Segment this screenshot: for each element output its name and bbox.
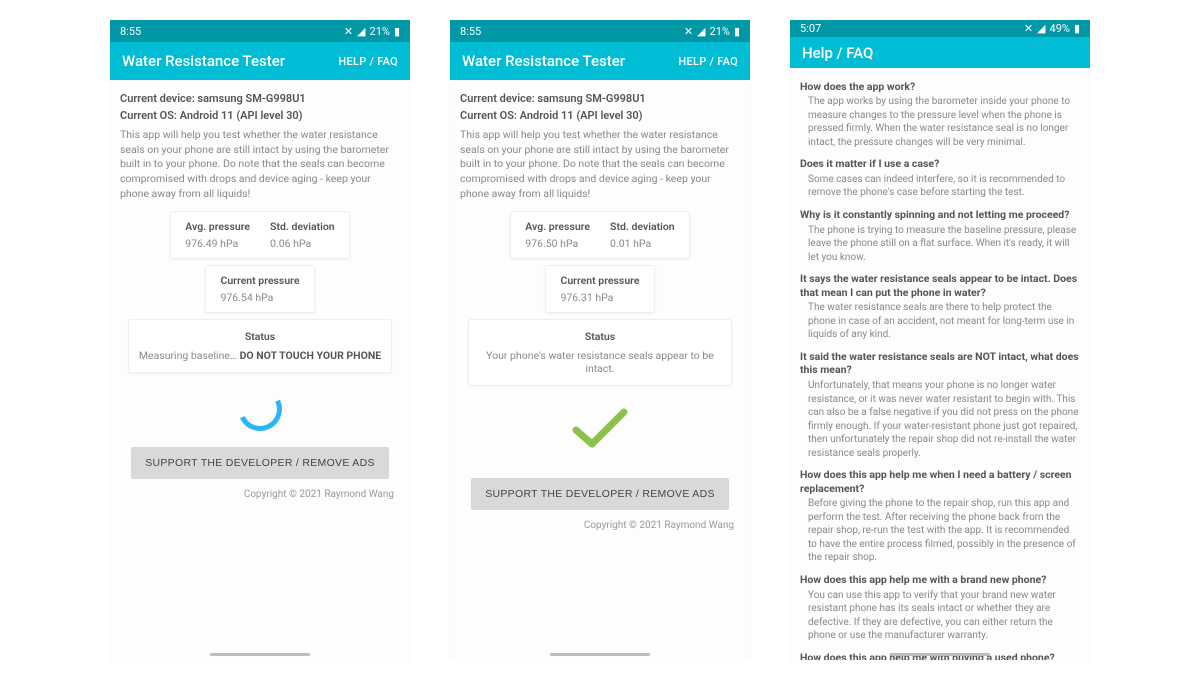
app-description: This app will help you test whether the …	[120, 128, 400, 201]
battery-icon: ▮	[394, 25, 400, 38]
avg-pressure-value: 976.49 hPa	[185, 237, 250, 250]
status-bar: 8:55 ✕ ◢ 21% ▮	[450, 20, 750, 42]
signal-icon: ◢	[357, 25, 365, 38]
faq-question: It said the water resistance seals are N…	[800, 350, 1080, 377]
nav-handle[interactable]	[210, 653, 310, 656]
mute-icon: ✕	[1024, 22, 1033, 35]
std-dev-value: 0.01 hPa	[610, 237, 675, 250]
faq-answer: Unfortunately, that means your phone is …	[800, 379, 1080, 460]
status-bold: DO NOT TOUCH YOUR PHONE	[240, 349, 382, 362]
copyright-text: Copyright © 2021 Raymond Wang	[120, 489, 394, 500]
faq-scroll-area[interactable]: How does the app work? The app works by …	[790, 68, 1090, 660]
status-time: 8:55	[120, 25, 141, 38]
battery-text: 49%	[1050, 22, 1070, 35]
status-indicators: ✕ ◢ 49% ▮	[1024, 22, 1080, 35]
pressure-summary-card: Avg. pressure 976.49 hPa Std. deviation …	[170, 211, 349, 259]
faq-question: Does it matter if I use a case?	[800, 157, 1080, 171]
faq-answer: Before giving the phone to the repair sh…	[800, 497, 1080, 565]
faq-question: How does this app help me when I need a …	[800, 468, 1080, 495]
current-pressure-label: Current pressure	[220, 274, 299, 287]
faq-answer: The app works by using the barometer ins…	[800, 95, 1080, 149]
avg-pressure-value: 976.50 hPa	[525, 237, 590, 250]
help-faq-link[interactable]: HELP / FAQ	[338, 55, 398, 68]
loading-spinner-icon	[232, 381, 288, 437]
status-card: Status Measuring baseline… DO NOT TOUCH …	[128, 319, 392, 373]
help-faq-link[interactable]: HELP / FAQ	[678, 55, 738, 68]
battery-icon: ▮	[734, 25, 740, 38]
faq-title: Help / FAQ	[802, 44, 873, 62]
current-pressure-label: Current pressure	[560, 274, 639, 287]
success-check-wrap	[460, 404, 740, 456]
status-indicators: ✕ ◢ 21% ▮	[344, 25, 400, 38]
status-card: Status Your phone's water resistance sea…	[468, 319, 732, 386]
status-indicators: ✕ ◢ 21% ▮	[684, 25, 740, 38]
status-label: Status	[137, 330, 383, 343]
current-pressure-value: 976.31 hPa	[560, 291, 639, 304]
os-line: Current OS: Android 11 (API level 30)	[460, 109, 740, 122]
support-developer-button[interactable]: SUPPORT THE DEVELOPER / REMOVE ADS	[471, 478, 729, 510]
status-time: 5:07	[800, 22, 821, 35]
app-title: Water Resistance Tester	[122, 52, 285, 70]
battery-text: 21%	[370, 25, 390, 38]
status-time: 8:55	[460, 25, 481, 38]
std-dev-label: Std. deviation	[270, 220, 335, 233]
faq-question: It says the water resistance seals appea…	[800, 272, 1080, 299]
status-prefix: Measuring baseline…	[139, 349, 240, 362]
title-bar: Help / FAQ	[790, 37, 1090, 67]
avg-pressure-label: Avg. pressure	[185, 220, 250, 233]
battery-icon: ▮	[1074, 22, 1080, 35]
support-developer-button[interactable]: SUPPORT THE DEVELOPER / REMOVE ADS	[131, 447, 389, 479]
signal-icon: ◢	[1037, 22, 1045, 35]
status-bar: 5:07 ✕ ◢ 49% ▮	[790, 20, 1090, 37]
std-dev-label: Std. deviation	[610, 220, 675, 233]
nav-handle[interactable]	[550, 653, 650, 656]
status-label: Status	[477, 330, 723, 343]
std-dev-value: 0.06 hPa	[270, 237, 335, 250]
current-pressure-card: Current pressure 976.31 hPa	[545, 265, 654, 313]
faq-answer: You can use this app to verify that your…	[800, 589, 1080, 643]
device-line: Current device: samsung SM-G998U1	[120, 92, 400, 105]
app-title: Water Resistance Tester	[462, 52, 625, 70]
signal-icon: ◢	[697, 25, 705, 38]
current-pressure-card: Current pressure 976.54 hPa	[205, 265, 314, 313]
title-bar: Water Resistance Tester HELP / FAQ	[110, 42, 410, 80]
current-pressure-value: 976.54 hPa	[220, 291, 299, 304]
nav-handle[interactable]	[890, 653, 990, 656]
faq-question: Why is it constantly spinning and not le…	[800, 208, 1080, 222]
faq-answer: Some cases can indeed interfere, so it i…	[800, 173, 1080, 200]
avg-pressure-label: Avg. pressure	[525, 220, 590, 233]
status-value: Your phone's water resistance seals appe…	[477, 349, 723, 375]
phone-screen-faq: 5:07 ✕ ◢ 49% ▮ Help / FAQ How does the a…	[790, 20, 1090, 660]
title-bar: Water Resistance Tester HELP / FAQ	[450, 42, 750, 80]
loading-spinner-wrap	[120, 387, 400, 431]
app-description: This app will help you test whether the …	[460, 128, 740, 201]
checkmark-icon	[570, 404, 630, 456]
status-value: Measuring baseline… DO NOT TOUCH YOUR PH…	[137, 349, 383, 362]
faq-question: How does the app work?	[800, 80, 1080, 94]
main-content: Current device: samsung SM-G998U1 Curren…	[450, 80, 750, 660]
status-bar: 8:55 ✕ ◢ 21% ▮	[110, 20, 410, 42]
os-line: Current OS: Android 11 (API level 30)	[120, 109, 400, 122]
mute-icon: ✕	[684, 25, 693, 38]
faq-question: How does this app help me with a brand n…	[800, 573, 1080, 587]
battery-text: 21%	[710, 25, 730, 38]
copyright-text: Copyright © 2021 Raymond Wang	[460, 520, 734, 531]
faq-answer: The phone is trying to measure the basel…	[800, 224, 1080, 265]
pressure-summary-card: Avg. pressure 976.50 hPa Std. deviation …	[510, 211, 689, 259]
main-content: Current device: samsung SM-G998U1 Curren…	[110, 80, 410, 660]
faq-answer: The water resistance seals are there to …	[800, 301, 1080, 342]
mute-icon: ✕	[344, 25, 353, 38]
phone-screen-measuring: 8:55 ✕ ◢ 21% ▮ Water Resistance Tester H…	[110, 20, 410, 660]
device-line: Current device: samsung SM-G998U1	[460, 92, 740, 105]
phone-screen-intact: 8:55 ✕ ◢ 21% ▮ Water Resistance Tester H…	[450, 20, 750, 660]
